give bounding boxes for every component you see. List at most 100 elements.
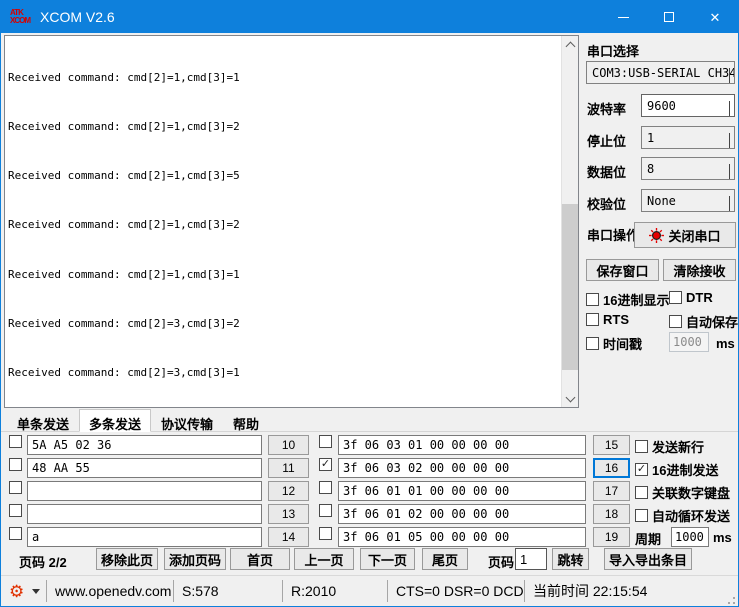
receive-line: Received command: cmd[2]=1,cmd[3]=2 — [8, 120, 240, 134]
checkbox-box — [635, 440, 648, 453]
clear-receive-button[interactable]: 清除接收 — [663, 259, 736, 281]
send-button-11[interactable]: 11 — [268, 458, 309, 478]
receive-line: Received command: cmd[2]=3,cmd[3]=2 — [8, 316, 240, 330]
stopbits-select[interactable]: 1 — [641, 126, 735, 149]
send-row-checkbox[interactable] — [9, 435, 22, 448]
dtr-checkbox[interactable]: DTR — [669, 290, 713, 305]
hex-display-checkbox[interactable]: 16进制显示 — [586, 290, 669, 309]
send-row-checkbox[interactable] — [9, 458, 22, 471]
jump-button[interactable]: 跳转 — [552, 548, 589, 570]
send-button-19[interactable]: 19 — [593, 527, 630, 547]
tab-multi-send[interactable]: 多条发送 — [79, 409, 152, 432]
send-button-15[interactable]: 15 — [593, 435, 630, 455]
send-button-16[interactable]: 16 — [593, 458, 630, 478]
port-op-label: 串口操作 — [587, 228, 640, 243]
timestamp-checkbox[interactable]: 时间戳 — [586, 334, 642, 353]
period-label: 周期 — [635, 532, 662, 547]
page-info: 页码 2/2 — [19, 555, 67, 570]
parity-label: 校验位 — [587, 197, 627, 212]
checkbox-box — [669, 291, 682, 304]
gear-icon[interactable]: ⚙ — [9, 583, 24, 600]
next-page-button[interactable]: 下一页 — [360, 548, 415, 570]
send-data-input[interactable] — [27, 481, 262, 501]
send-button-13[interactable]: 13 — [268, 504, 309, 524]
rts-checkbox[interactable]: RTS — [586, 312, 629, 327]
multi-send-grid: 10 15 11 ✓ 16 12 17 13 18 — [1, 432, 738, 547]
xcom-window: ATK XCOM XCOM V2.6 ✕ Received command: c… — [0, 0, 739, 607]
link-keypad-checkbox[interactable]: 关联数字键盘 — [635, 483, 730, 502]
vertical-scrollbar[interactable] — [561, 36, 578, 407]
send-data-input[interactable] — [27, 435, 262, 455]
send-button-12[interactable]: 12 — [268, 481, 309, 501]
scroll-up-button[interactable] — [562, 36, 578, 53]
parity-select[interactable]: None — [641, 189, 735, 212]
add-page-button[interactable]: 添加页码 — [164, 548, 226, 570]
tab-help[interactable]: 帮助 — [223, 411, 269, 432]
first-page-button[interactable]: 首页 — [230, 548, 290, 570]
send-data-input[interactable] — [27, 458, 262, 478]
send-data-input[interactable] — [27, 527, 262, 547]
port-select-value: COM3:USB-SERIAL CH340 — [592, 65, 735, 80]
timestamp-unit-label: ms — [716, 336, 735, 351]
autosave-checkbox[interactable]: 自动保存 — [669, 312, 738, 331]
import-export-button[interactable]: 导入导出条目 — [604, 548, 692, 570]
receive-area[interactable]: Received command: cmd[2]=1,cmd[3]=1 Rece… — [4, 35, 579, 408]
send-newline-checkbox[interactable]: 发送新行 — [635, 437, 704, 456]
site-link: www.openedv.com — [55, 583, 172, 599]
send-data-input[interactable] — [338, 481, 586, 501]
close-port-button[interactable]: 关闭串口 — [634, 222, 736, 248]
send-row-checkbox[interactable] — [319, 527, 332, 540]
send-row-checkbox[interactable] — [9, 527, 22, 540]
tab-single-send[interactable]: 单条发送 — [7, 411, 79, 432]
send-button-14[interactable]: 14 — [268, 527, 309, 547]
send-data-input[interactable] — [338, 435, 586, 455]
send-newline-label: 发送新行 — [652, 440, 705, 455]
autosave-label: 自动保存 — [686, 315, 739, 330]
window-title: XCOM V2.6 — [40, 9, 115, 25]
chevron-down-icon — [565, 392, 576, 402]
prev-page-button[interactable]: 上一页 — [294, 548, 354, 570]
close-port-label: 关闭串口 — [668, 228, 721, 244]
scroll-down-button[interactable] — [562, 390, 578, 407]
send-data-input[interactable] — [338, 458, 586, 478]
close-button[interactable]: ✕ — [692, 1, 738, 33]
send-row-checkbox[interactable] — [319, 435, 332, 448]
baud-label: 波特率 — [587, 102, 627, 117]
goto-page-input[interactable] — [515, 548, 547, 570]
maximize-button[interactable] — [646, 1, 692, 33]
send-row-checkbox[interactable] — [319, 481, 332, 494]
send-row-checkbox[interactable] — [9, 481, 22, 494]
send-button-18[interactable]: 18 — [593, 504, 630, 524]
chevron-down-icon — [729, 196, 730, 211]
dropdown-caret-icon[interactable] — [32, 588, 41, 594]
send-data-input[interactable] — [338, 527, 586, 547]
auto-loop-checkbox[interactable]: 自动循环发送 — [635, 506, 730, 525]
send-row-checkbox[interactable] — [319, 504, 332, 517]
timestamp-interval-input[interactable] — [669, 332, 709, 352]
receive-log: Received command: cmd[2]=1,cmd[3]=1 Rece… — [8, 37, 560, 407]
period-input[interactable] — [671, 527, 709, 547]
save-window-button[interactable]: 保存窗口 — [586, 259, 659, 281]
statusbar-sent-count: S:578 — [174, 580, 283, 602]
send-data-input[interactable] — [338, 504, 586, 524]
period-unit-label: ms — [713, 530, 732, 545]
auto-loop-label: 自动循环发送 — [652, 509, 731, 524]
last-page-button[interactable]: 尾页 — [422, 548, 468, 570]
send-button-10[interactable]: 10 — [268, 435, 309, 455]
statusbar-site[interactable]: www.openedv.com — [47, 580, 174, 602]
resize-grip[interactable] — [733, 597, 735, 599]
port-select[interactable]: COM3:USB-SERIAL CH340 — [586, 61, 735, 84]
pager-row: 页码 2/2 移除此页 添加页码 首页 上一页 下一页 尾页 页码 跳转 导入导… — [1, 547, 738, 573]
scrollbar-thumb[interactable] — [562, 204, 578, 370]
send-row-checkbox[interactable] — [9, 504, 22, 517]
tab-protocol[interactable]: 协议传输 — [151, 411, 223, 432]
baud-select-value: 9600 — [647, 98, 676, 113]
send-row-checkbox[interactable]: ✓ — [319, 458, 332, 471]
databits-select[interactable]: 8 — [641, 157, 735, 180]
hex-send-checkbox[interactable]: ✓ 16进制发送 — [635, 460, 718, 479]
send-data-input[interactable] — [27, 504, 262, 524]
baud-select[interactable]: 9600 — [641, 94, 735, 117]
send-button-17[interactable]: 17 — [593, 481, 630, 501]
remove-page-button[interactable]: 移除此页 — [96, 548, 158, 570]
minimize-button[interactable] — [600, 1, 646, 33]
